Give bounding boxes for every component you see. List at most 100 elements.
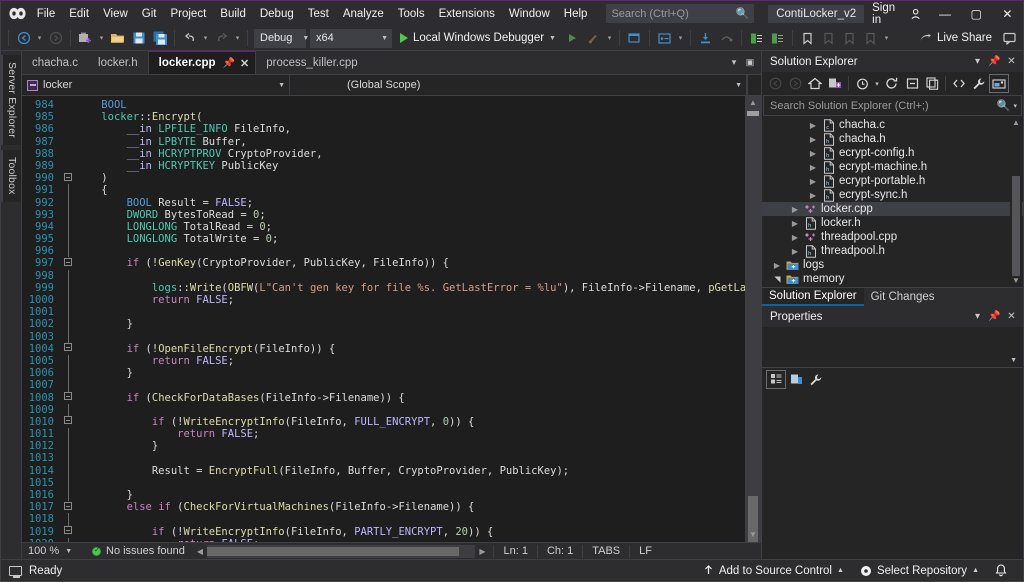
notifications-button[interactable] — [987, 560, 1015, 581]
menu-file[interactable]: File — [30, 3, 63, 25]
close-tab-icon[interactable]: ✕ — [240, 57, 249, 70]
chevron-right-icon[interactable]: ▶ — [806, 135, 820, 144]
code-line[interactable]: 986 __in LPFILE_INFO FileInfo, — [22, 123, 745, 135]
chevron-right-icon[interactable]: ▶ — [788, 247, 802, 256]
code-line[interactable]: 998 — [22, 270, 745, 282]
tree-item-chacha-h[interactable]: ▶hchacha.h — [762, 132, 1023, 146]
tree-item-threadpool-cpp[interactable]: ▶threadpool.cpp — [762, 230, 1023, 244]
global-search-box[interactable]: Search (Ctrl+Q) 🔍 — [606, 4, 754, 23]
minimize-button[interactable]: — — [929, 1, 960, 26]
attach-process-icon[interactable] — [654, 28, 675, 49]
chevron-right-icon[interactable]: ▶ — [788, 219, 802, 228]
tree-item-threadpool-h[interactable]: ▶hthreadpool.h — [762, 244, 1023, 258]
toolbar-overflow-icon[interactable]: ▾ — [881, 28, 892, 49]
code-line[interactable]: 992 BOOL Result = FALSE; — [22, 197, 745, 209]
code-line[interactable]: 996 — [22, 245, 745, 257]
comment-selection-icon[interactable] — [746, 28, 767, 49]
properties-object-selector[interactable]: ▼ — [762, 327, 1023, 367]
pin-tab-icon[interactable]: 📌 — [223, 58, 235, 69]
menu-git[interactable]: Git — [135, 3, 164, 25]
hscroll-thumb[interactable] — [207, 547, 459, 556]
chevron-right-icon[interactable]: ▶ — [806, 163, 820, 172]
undo-caret-icon[interactable]: ▾ — [200, 28, 211, 49]
scroll-up-icon[interactable]: ▲ — [749, 96, 757, 110]
tree-item-memory[interactable]: ◢memory — [762, 272, 1023, 286]
code-line[interactable]: 1006 } — [22, 367, 745, 379]
collapse-region-icon[interactable]: − — [60, 501, 76, 513]
code-line[interactable]: 991 { — [22, 184, 745, 196]
properties-menu-icon[interactable]: ▾ — [969, 311, 986, 322]
sync-with-active-document-icon[interactable] — [825, 74, 845, 93]
alphabetical-view-icon[interactable] — [786, 370, 806, 389]
attach-process-caret-icon[interactable]: ▾ — [675, 28, 686, 49]
properties-wrench-icon[interactable] — [969, 74, 989, 93]
menu-test[interactable]: Test — [301, 3, 336, 25]
refresh-icon[interactable] — [882, 74, 902, 93]
code-line[interactable]: 987 __in LPBYTE Buffer, — [22, 136, 745, 148]
close-panel-icon[interactable]: ✕ — [1003, 56, 1020, 67]
editor-tab-locker-cpp[interactable]: locker.cpp 📌 ✕ — [148, 51, 257, 74]
code-line[interactable]: 1000 return FALSE; — [22, 294, 745, 306]
property-pages-wrench-icon[interactable] — [806, 370, 826, 389]
chevron-right-icon[interactable]: ▶ — [806, 121, 820, 130]
hscroll-track[interactable] — [207, 545, 476, 558]
code-line[interactable]: 1017− else if (CheckForVirtualMachines(F… — [22, 501, 745, 513]
code-line[interactable]: 993 DWORD BytesToRead = 0; — [22, 209, 745, 221]
collapse-region-icon[interactable]: − — [60, 343, 76, 355]
chevron-right-icon[interactable]: ▶ — [806, 177, 820, 186]
filter-caret-icon[interactable]: ▾ — [872, 74, 882, 93]
new-project-icon[interactable] — [75, 28, 96, 49]
code-line[interactable]: 1001 — [22, 306, 745, 318]
menu-help[interactable]: Help — [557, 3, 595, 25]
solution-explorer-search-input[interactable]: Search Solution Explorer (Ctrl+;) 🔍 ▾ — [763, 95, 1022, 116]
feedback-icon[interactable] — [999, 28, 1020, 49]
open-file-icon[interactable] — [107, 28, 128, 49]
sidebar-tab-toolbox[interactable]: Toolbox — [1, 150, 21, 202]
code-line[interactable]: 995 LONGLONG TotalWrite = 0; — [22, 233, 745, 245]
preview-selected-items-icon[interactable] — [989, 74, 1009, 93]
code-line[interactable]: 1020 return FALSE; — [22, 538, 745, 542]
sidebar-tab-server-explorer[interactable]: Server Explorer — [1, 55, 21, 145]
menu-project[interactable]: Project — [163, 3, 213, 25]
editor-horizontal-scrollbar[interactable]: ◀ ▶ — [193, 544, 490, 558]
scroll-down-icon[interactable]: ▼ — [745, 528, 761, 542]
code-line[interactable]: 1014 Result = EncryptFull(FileInfo, Buff… — [22, 465, 745, 477]
code-line[interactable]: 990− ) — [22, 172, 745, 184]
tree-item-ecrypt-machine-h[interactable]: ▶hecrypt-machine.h — [762, 160, 1023, 174]
zoom-level-dropdown[interactable]: 100 % ▼ — [22, 545, 84, 557]
menu-tools[interactable]: Tools — [391, 3, 432, 25]
menu-build[interactable]: Build — [213, 3, 253, 25]
solution-configuration-dropdown[interactable]: Debug ▼ — [254, 29, 306, 48]
solution-explorer-tree[interactable]: ▶cchacha.c▶hchacha.h▶hecrypt-config.h▶he… — [762, 116, 1023, 287]
code-line[interactable]: 1008− if (CheckForDataBases(FileInfo->Fi… — [22, 392, 745, 404]
code-line[interactable]: 1005 return FALSE; — [22, 355, 745, 367]
chevron-down-icon[interactable]: ◢ — [773, 272, 782, 286]
solution-platform-dropdown[interactable]: x64 ▼ — [310, 29, 392, 48]
navigate-backward-icon[interactable] — [13, 28, 34, 49]
code-line[interactable]: 994 LONGLONG TotalRead = 0; — [22, 221, 745, 233]
navigation-type-dropdown[interactable]: locker ▼ — [22, 75, 290, 95]
code-line[interactable]: 1019− if (!WriteEncryptInfo(FileInfo, PA… — [22, 526, 745, 538]
scroll-right-icon[interactable]: ▶ — [475, 547, 489, 556]
code-line[interactable]: 1002 } — [22, 318, 745, 330]
tree-vertical-scrollbar[interactable]: ▲ ▼ — [1010, 116, 1022, 287]
add-to-source-control-button[interactable]: Add to Source Control ▲ — [695, 560, 852, 581]
tree-item-chacha-c[interactable]: ▶cchacha.c — [762, 118, 1023, 132]
menu-edit[interactable]: Edit — [62, 3, 96, 25]
properties-close-icon[interactable]: ✕ — [1003, 311, 1020, 322]
categorized-view-icon[interactable] — [766, 370, 786, 389]
tree-scroll-down-icon[interactable]: ▼ — [1010, 274, 1022, 287]
code-line[interactable]: 1007 — [22, 379, 745, 391]
code-line[interactable]: 985 locker::Encrypt( — [22, 111, 745, 123]
menu-view[interactable]: View — [96, 3, 135, 25]
tree-item-locker-cpp[interactable]: ▶locker.cpp — [762, 202, 1023, 216]
undo-icon[interactable] — [179, 28, 200, 49]
select-repository-button[interactable]: Select Repository ▲ — [852, 560, 987, 581]
menu-debug[interactable]: Debug — [253, 3, 301, 25]
collapse-region-icon[interactable]: − — [60, 392, 76, 404]
chevron-right-icon[interactable]: ▶ — [788, 205, 802, 214]
scroll-left-icon[interactable]: ◀ — [193, 547, 207, 556]
save-icon[interactable] — [128, 28, 149, 49]
sign-in-button[interactable]: Sign in — [864, 2, 929, 26]
properties-grid[interactable] — [762, 390, 1023, 559]
